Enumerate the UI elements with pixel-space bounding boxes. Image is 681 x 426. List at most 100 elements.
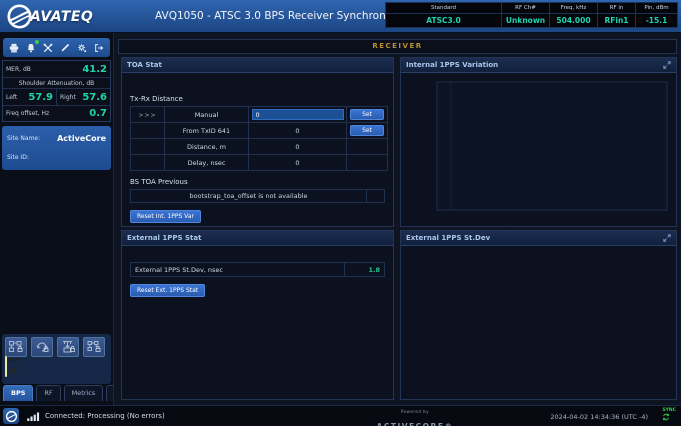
freq-offset-value: 0.7 — [89, 108, 107, 119]
powered-by-top: Powered by — [400, 409, 430, 414]
mer-value: 41.2 — [82, 63, 107, 75]
pin-value: -15.1 — [635, 13, 678, 28]
panel-internal-1pps-variation: Internal 1PPS Variation — [400, 57, 677, 227]
toa-stat-title: TOA Stat — [127, 61, 162, 69]
flowchart-view-button[interactable] — [5, 337, 27, 357]
panel-toa-stat: TOA Stat Tx-Rx Distance >>> Manual Set F… — [121, 57, 394, 227]
external-1pps-chart — [401, 246, 676, 400]
avateq-chip-icon — [3, 408, 19, 424]
app-header: AVATEQ AVQ1050 - ATSC 3.0 BPS Receiver S… — [0, 0, 681, 33]
reset-ext-1pps-button[interactable]: Reset Ext. 1PPS Stat — [130, 284, 206, 297]
sync-label: SYNC — [662, 408, 676, 413]
sync-icon — [662, 413, 676, 421]
ext-1pps-stdev-label: External 1PPS St.Dev, nsec — [135, 266, 224, 274]
ext-1pps-stdev-header: External 1PPS St.Dev — [401, 231, 676, 246]
set-manual-button[interactable]: Set — [350, 109, 384, 120]
manual-label: Manual — [164, 106, 249, 123]
blocks-lock-icon — [86, 340, 102, 354]
preset-buttons: (t,f) — [2, 334, 111, 384]
edit-pencil-icon — [9, 366, 18, 375]
manual-distance-input[interactable] — [251, 109, 344, 120]
powered-by: Powered by ACTIVECORE® — [340, 409, 490, 426]
signal-strength-icon — [27, 412, 40, 421]
ext-1pps-stat-body: External 1PPS St.Dev, nsec 1.8 Reset Ext… — [122, 246, 393, 297]
printer-icon — [9, 43, 19, 53]
rotate-view-button[interactable] — [31, 337, 53, 357]
app-window: AVATEQ AVQ1050 - ATSC 3.0 BPS Receiver S… — [0, 0, 681, 426]
tab-rf[interactable]: RF — [36, 385, 61, 401]
col-rf-ch: RF Ch# — [501, 2, 550, 14]
site-name-label: Site Name: — [7, 135, 41, 142]
mer-label: MER, dB — [6, 65, 31, 73]
bs-toa-message: bootstrap_toa_offset is not available — [189, 192, 308, 200]
table-row: >>> Manual Set — [130, 106, 388, 123]
tab-metrics[interactable]: Metrics — [63, 385, 104, 401]
rf-in-value: RFin1 — [597, 13, 636, 28]
rf-ch-value: Unknown — [501, 13, 550, 28]
signal-status-table: Standard RF Ch# Freq, kHz RF in Pin, dBm… — [385, 2, 678, 28]
internal-1pps-chart-svg — [436, 81, 668, 211]
logout-button[interactable] — [92, 41, 105, 54]
site-name-row: Site Name: ActiveCore — [7, 129, 106, 148]
expand-icon[interactable] — [663, 234, 671, 242]
distance-value: 0 — [248, 138, 347, 155]
table-row: From TxID 641 0 Set — [130, 122, 388, 139]
bs-toa-message-row: bootstrap_toa_offset is not available — [130, 189, 385, 203]
rf-stats-panel: MER, dB 41.2 Shoulder Attenuation, dB Le… — [2, 60, 111, 122]
brand-name: AVATEQ — [30, 8, 94, 25]
mer-row: MER, dB 41.2 — [3, 61, 110, 78]
standard-value: ATSC3.0 — [385, 13, 502, 28]
panel-external-1pps-stat: External 1PPS Stat External 1PPS St.Dev,… — [121, 230, 394, 400]
delay-value: 0 — [248, 154, 347, 171]
settings-button[interactable] — [75, 41, 88, 54]
settings-gear-icon — [77, 43, 87, 53]
toolbar — [3, 38, 110, 57]
avateq-logo-icon — [6, 3, 33, 30]
printer-button[interactable] — [8, 41, 21, 54]
internal-1pps-chart — [401, 73, 676, 227]
clock: 2024-04-02 14:34:36 (UTC -4) — [550, 413, 648, 421]
site-panel: Site Name: ActiveCore Site ID: — [2, 126, 111, 170]
expand-icon[interactable] — [663, 61, 671, 69]
alarm-bell-icon — [26, 43, 36, 53]
edit-pencil-icon — [60, 43, 70, 53]
import-lock-icon — [60, 340, 76, 354]
col-rf-in: RF in — [597, 2, 636, 14]
internal-1pps-title: Internal 1PPS Variation — [406, 61, 499, 69]
reset-int-1pps-button[interactable]: Reset Int. 1PPS Var — [130, 210, 201, 223]
panel-external-1pps-stdev: External 1PPS St.Dev — [400, 230, 677, 400]
toa-stat-body: Tx-Rx Distance >>> Manual Set From TxID … — [122, 73, 393, 227]
shoulder-attenuation-label: Shoulder Attenuation, dB — [3, 78, 110, 89]
selected-preset-button[interactable]: (t,f) — [5, 356, 19, 377]
selected-preset-label: (t,f) — [8, 358, 20, 364]
tab-bps[interactable]: BPS — [3, 385, 34, 401]
site-id-row: Site ID: — [7, 148, 106, 167]
preset-row — [5, 337, 108, 357]
blocks-view-button[interactable] — [83, 337, 105, 357]
shoulder-right: Right 57.6 — [60, 91, 107, 103]
powered-by-brand: ACTIVECORE® — [377, 422, 454, 426]
ext-1pps-stdev-value: 1.8 — [344, 263, 384, 276]
tools-icon — [43, 43, 53, 53]
freq-offset-row: Freq offset, Hz 0.7 — [3, 106, 110, 121]
shoulder-left: Left 57.9 — [3, 89, 57, 105]
bs-toa-empty-cell — [366, 190, 384, 202]
site-name-value: ActiveCore — [57, 134, 106, 143]
tools-button[interactable] — [42, 41, 55, 54]
receiver-section-title: RECEIVER — [118, 39, 677, 54]
col-standard: Standard — [385, 2, 502, 14]
col-pin: Pin, dBm — [635, 2, 678, 14]
edit-button[interactable] — [58, 41, 71, 54]
alarms-button[interactable] — [25, 40, 39, 54]
set-txid-button[interactable]: Set — [350, 125, 384, 136]
internal-1pps-header: Internal 1PPS Variation — [401, 58, 676, 73]
ext-1pps-stdev-row: External 1PPS St.Dev, nsec 1.8 — [130, 262, 385, 277]
import-view-button[interactable] — [57, 337, 79, 357]
sync-indicator: SYNC — [662, 408, 676, 421]
connection-status: Connected: Processing (No errors) — [45, 412, 165, 420]
external-1pps-chart-svg — [403, 248, 674, 398]
alarm-badge — [34, 40, 39, 44]
active-row-marker: >>> — [138, 111, 157, 119]
toa-stat-header: TOA Stat — [122, 58, 393, 73]
ext-1pps-stdev-title: External 1PPS St.Dev — [406, 234, 491, 242]
